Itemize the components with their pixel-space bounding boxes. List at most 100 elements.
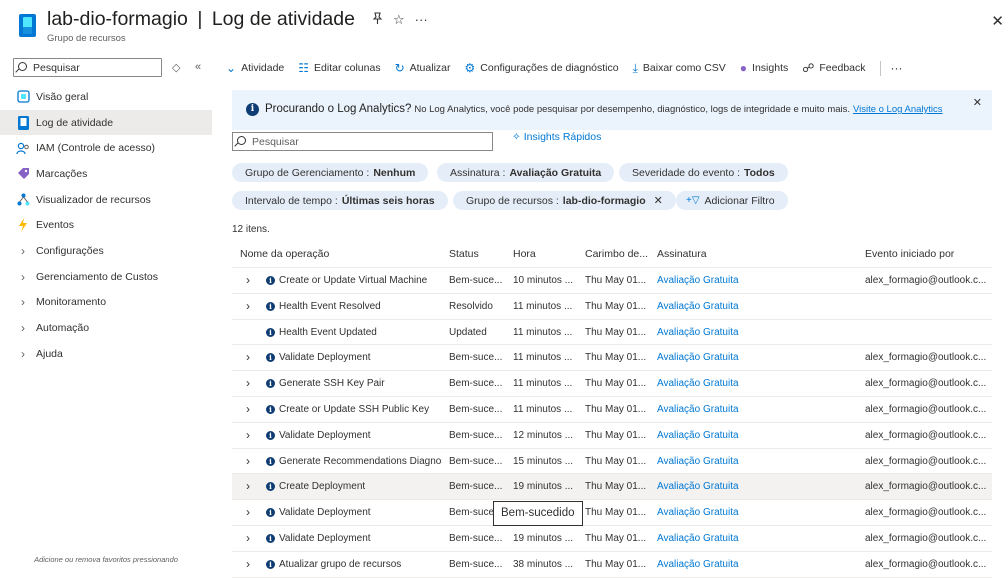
chevron-right-icon[interactable]: › xyxy=(246,505,250,519)
sidebar-item-automacao[interactable]: › Automação xyxy=(0,315,212,341)
column-header-time[interactable]: Hora xyxy=(513,248,536,260)
subscription-link[interactable]: Avaliação Gratuita xyxy=(657,404,857,415)
filter-pill-subscription[interactable]: Assinatura : Avaliação Gratuita xyxy=(437,163,615,182)
table-row[interactable]: › i Generate Recommendations Diagnostics Be… xyxy=(232,449,992,475)
table-row[interactable]: › i Create or Update SSH Public Key Bem-suc… xyxy=(232,397,992,423)
column-header-timestamp[interactable]: Carimbo de... xyxy=(585,248,648,260)
operation-name[interactable]: Create or Update SSH Public Key xyxy=(279,404,442,415)
subscription-link[interactable]: Avaliação Gratuita xyxy=(657,430,857,441)
download-csv-button[interactable]: ⤓ Baixar como CSV xyxy=(633,61,726,76)
close-icon[interactable]: ✕ xyxy=(991,12,1004,30)
collapse-sidebar-icon[interactable]: « xyxy=(195,61,201,73)
info-icon: i xyxy=(266,430,275,440)
pill-value: lab-dio-formagio xyxy=(562,194,646,207)
operation-name[interactable]: Validate Deployment xyxy=(279,533,442,544)
command-bar: ⌄ Atividade ☷ Editar colunas ↻ Atualizar… xyxy=(226,58,903,78)
filter-pill-severity[interactable]: Severidade do evento : Todos xyxy=(619,163,788,182)
edit-columns-button[interactable]: ☷ Editar colunas xyxy=(298,61,380,75)
operation-name[interactable]: Health Event Resolved xyxy=(279,301,442,312)
chevron-right-icon[interactable]: › xyxy=(246,376,250,390)
operation-name[interactable]: Create or Update Virtual Machine xyxy=(279,275,442,286)
filter-pill-time-range[interactable]: Intervalo de tempo : Últimas seis horas xyxy=(232,191,448,210)
time-cell: 12 minutos ... xyxy=(513,429,574,441)
column-header-subscription[interactable]: Assinatura xyxy=(657,248,707,260)
subscription-link[interactable]: Avaliação Gratuita xyxy=(657,507,857,518)
activity-button[interactable]: ⌄ Atividade xyxy=(226,61,284,75)
chevron-right-icon[interactable]: › xyxy=(246,299,250,313)
collapse-toggle-icon[interactable]: ◇ xyxy=(172,61,180,74)
sidebar-item-visao-geral[interactable]: Visão geral xyxy=(0,84,212,110)
ellipsis-icon[interactable]: ··· xyxy=(415,12,428,28)
table-row[interactable]: › i Validate Deployment Bem-suce... 12 minut… xyxy=(232,423,992,449)
column-header-status[interactable]: Status xyxy=(449,248,479,260)
remove-filter-icon[interactable]: ✕ xyxy=(654,194,663,207)
chevron-right-icon[interactable]: › xyxy=(246,273,250,287)
resource-name: lab-dio-formagio xyxy=(47,8,188,30)
sidebar-item-monitoramento[interactable]: › Monitoramento xyxy=(0,290,212,316)
sidebar-item-eventos[interactable]: Eventos xyxy=(0,212,212,238)
table-row[interactable]: › i Create or Update Virtual Machine Bem-su… xyxy=(232,268,992,294)
operation-name[interactable]: Health Event Updated xyxy=(279,327,442,338)
column-header-initiated-by[interactable]: Evento iniciado por xyxy=(865,248,954,260)
subscription-link[interactable]: Avaliação Gratuita xyxy=(657,301,857,312)
subscription-link[interactable]: Avaliação Gratuita xyxy=(657,275,857,286)
table-row[interactable]: › i Validate Deployment Bem-suce... 11 minut… xyxy=(232,345,992,372)
chevron-right-icon[interactable]: › xyxy=(246,402,250,416)
table-row[interactable]: › i Health Event Resolved Resolvido 11 minut… xyxy=(232,294,992,320)
timestamp-cell: Thu May 01... xyxy=(585,326,647,338)
chevron-right-icon[interactable]: › xyxy=(246,531,250,545)
sidebar-item-log-de-atividade[interactable]: Log de atividade xyxy=(0,109,212,136)
pill-value: Todos xyxy=(744,166,775,179)
operation-name[interactable]: Create Deployment xyxy=(279,481,442,492)
subscription-link[interactable]: Avaliação Gratuita xyxy=(657,352,857,363)
sidebar-item-configuracoes[interactable]: › Configurações xyxy=(0,238,212,264)
sidebar-item-visualizador[interactable]: Visualizador de recursos xyxy=(0,187,212,213)
subscription-link[interactable]: Avaliação Gratuita xyxy=(657,481,857,492)
operation-name[interactable]: Atualizar grupo de recursos xyxy=(279,559,442,570)
subscription-link[interactable]: Avaliação Gratuita xyxy=(657,378,857,389)
chevron-right-icon: › xyxy=(21,243,25,258)
table-row[interactable]: › i Create Deployment Bem-suce... 19 minutos… xyxy=(232,474,992,501)
add-filter-button[interactable]: +▽ Adicionar Filtro xyxy=(676,191,788,210)
subscription-link[interactable]: Avaliação Gratuita xyxy=(657,327,857,338)
status-cell: Bem-suce... xyxy=(449,378,503,390)
subscription-link[interactable]: Avaliação Gratuita xyxy=(657,456,857,467)
sidebar-item-marcacoes[interactable]: Marcações xyxy=(0,161,212,187)
table-row[interactable]: ›iValidate DeploymentBem-suce...19 minut… xyxy=(232,526,992,552)
sidebar-item-label: Visão geral xyxy=(36,90,89,103)
close-banner-icon[interactable]: ✕ xyxy=(973,96,982,109)
operation-name[interactable]: Generate SSH Key Pair xyxy=(279,378,442,389)
pin-icon[interactable] xyxy=(372,12,383,28)
sidebar-search-input[interactable]: Pesquisar xyxy=(13,58,162,77)
pill-value: Últimas seis horas xyxy=(341,194,435,207)
filter-search-input[interactable]: Pesquisar xyxy=(232,132,493,151)
operation-name[interactable]: Generate Recommendations Diagnostics xyxy=(279,456,442,467)
operation-name[interactable]: Validate Deployment xyxy=(279,507,442,518)
log-analytics-link[interactable]: Visite o Log Analytics xyxy=(853,104,943,115)
subscription-link[interactable]: Avaliação Gratuita xyxy=(657,533,857,544)
sidebar-item-iam[interactable]: IAM (Controle de acesso) xyxy=(0,135,212,161)
refresh-button[interactable]: ↻ Atualizar xyxy=(395,61,451,75)
feedback-button[interactable]: ☍ Feedback xyxy=(802,61,865,75)
sidebar-item-ajuda[interactable]: › Ajuda xyxy=(0,341,212,367)
operation-name[interactable]: Validate Deployment xyxy=(279,430,442,441)
filter-pill-management-group[interactable]: Grupo de Gerenciamento : Nenhum xyxy=(232,163,429,182)
table-row[interactable]: ›iValidate DeploymentBem-suce...19 minut… xyxy=(232,500,992,526)
star-icon[interactable]: ☆ xyxy=(393,12,405,28)
more-commands-icon[interactable]: ··· xyxy=(891,61,903,75)
sidebar-item-gerenciamento-custos[interactable]: › Gerenciamento de Custos xyxy=(0,264,212,290)
operation-name[interactable]: Validate Deployment xyxy=(279,352,442,363)
filter-pill-resource-group[interactable]: Grupo de recursos : lab-dio-formagio ✕ xyxy=(453,191,676,210)
chevron-right-icon[interactable]: › xyxy=(246,428,250,442)
chevron-right-icon[interactable]: › xyxy=(246,479,250,493)
table-row[interactable]: › i Atualizar grupo de recursos Bem-suce...… xyxy=(232,552,992,578)
chevron-right-icon[interactable]: › xyxy=(246,350,250,364)
table-row[interactable]: › i Generate SSH Key Pair Bem-suce... 11 min… xyxy=(232,371,992,397)
chevron-right-icon[interactable]: › xyxy=(246,454,250,468)
insights-button[interactable]: ● Insights xyxy=(740,61,788,75)
column-header-operation[interactable]: Nome da operação xyxy=(240,248,329,260)
subscription-link[interactable]: Avaliação Gratuita xyxy=(657,559,857,570)
diagnostic-settings-button[interactable]: ⚙ Configurações de diagnóstico xyxy=(465,61,619,75)
table-row[interactable]: i Health Event Updated Updated 11 minutos .… xyxy=(232,320,992,346)
quick-insights-link[interactable]: ✧ Insights Rápidos xyxy=(512,131,601,143)
